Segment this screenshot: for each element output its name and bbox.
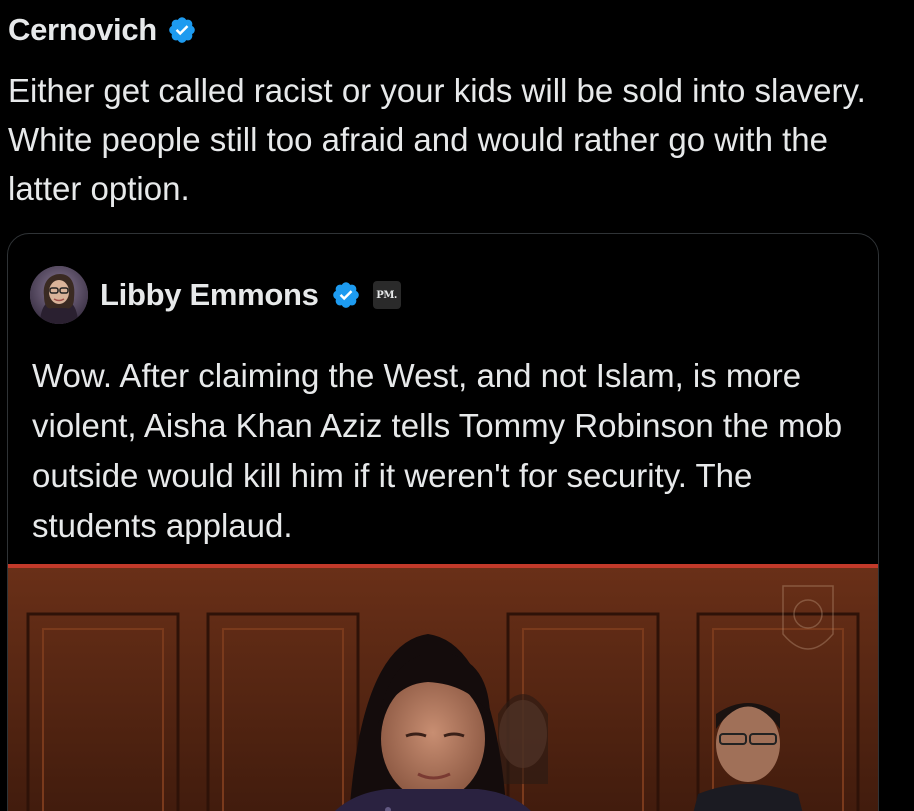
affiliate-badge-icon[interactable]: PM. — [372, 281, 401, 309]
verified-badge-icon[interactable] — [331, 280, 361, 310]
quoted-post-card[interactable]: Libby Emmons PM. Wow. After claiming the… — [7, 233, 879, 811]
quoted-post-text: Wow. After claiming the West, and not Is… — [32, 357, 843, 544]
post-text: Either get called racist or your kids wi… — [8, 72, 866, 207]
verified-badge-icon[interactable] — [167, 15, 197, 45]
video-thumbnail[interactable] — [8, 564, 878, 811]
video-frame-image — [8, 564, 878, 811]
avatar[interactable] — [30, 266, 88, 324]
post-header: Cernovich — [8, 12, 197, 48]
quoted-post-header: Libby Emmons PM. — [30, 266, 401, 324]
quoted-author-name[interactable]: Libby Emmons — [100, 277, 319, 313]
redacted-region — [448, 276, 848, 322]
author-name[interactable]: Cernovich — [8, 12, 157, 48]
avatar-image — [30, 266, 88, 324]
redacted-region — [690, 14, 890, 58]
